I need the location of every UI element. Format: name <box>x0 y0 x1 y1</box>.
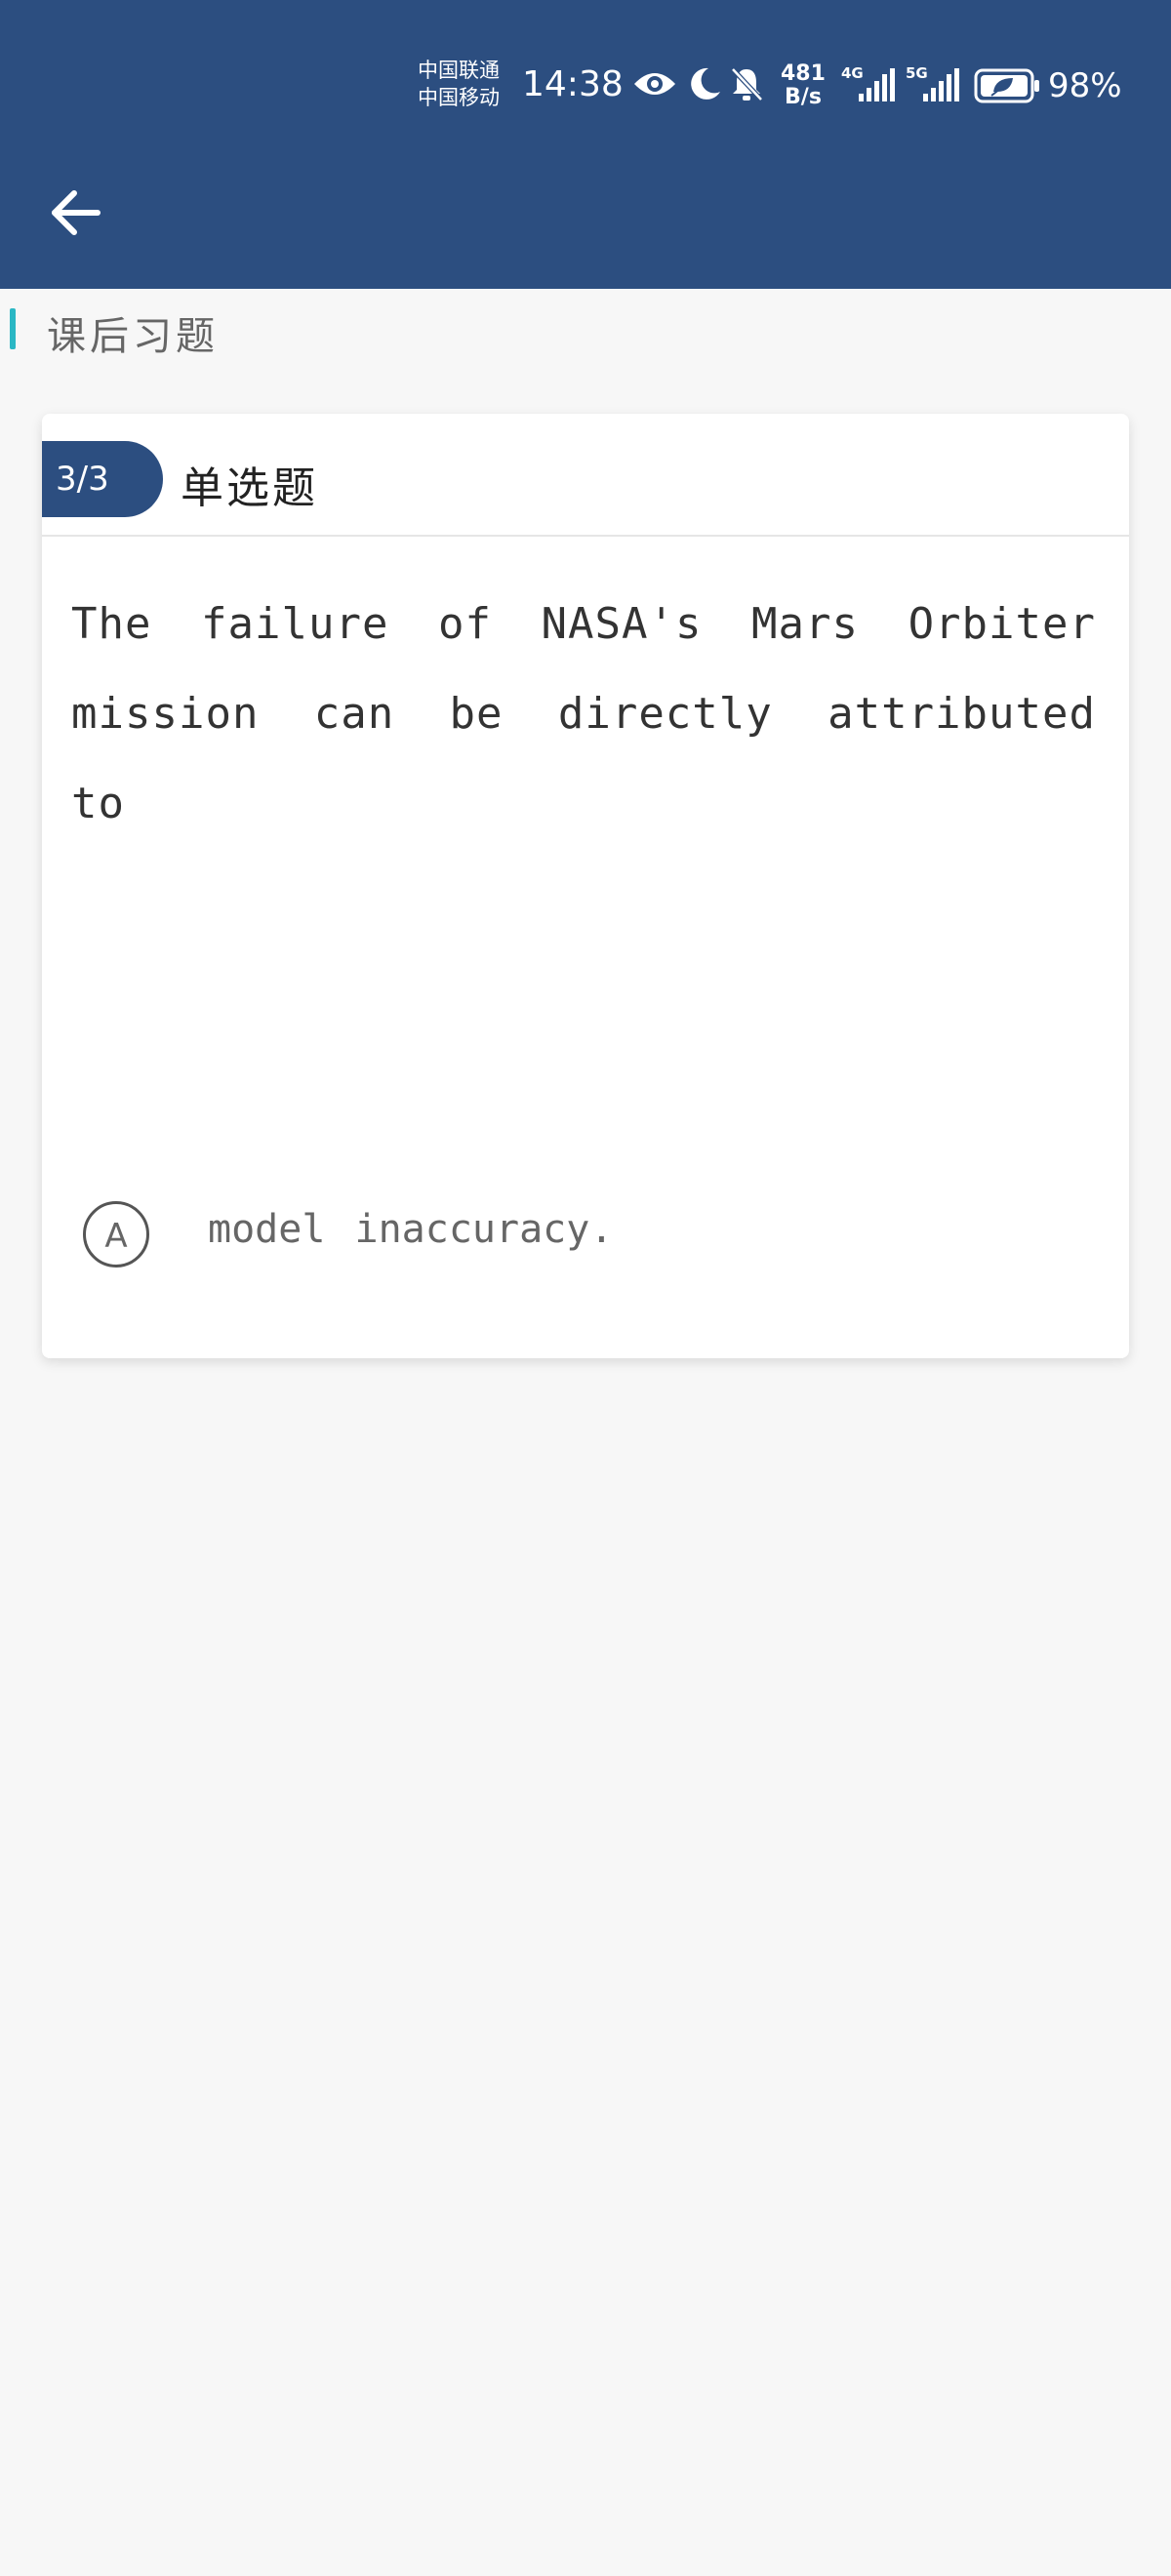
app-header: 中国联通 中国移动 14:38 481 B/s 4G 5G 98% <box>0 0 1171 289</box>
option-a[interactable]: A model inaccuracy. <box>42 1158 1129 1311</box>
option-a-text: model inaccuracy. <box>208 1207 614 1252</box>
option-a-letter: A <box>83 1201 149 1268</box>
moon-icon <box>691 67 720 100</box>
battery-icon <box>974 68 1039 103</box>
network-speed: 481 B/s <box>781 62 826 109</box>
carrier-1: 中国联通 <box>418 59 500 82</box>
carrier-2: 中国移动 <box>418 86 500 109</box>
section-header: 课后习题 <box>0 304 1171 363</box>
speed-value: 481 <box>781 61 826 86</box>
options-list: A model inaccuracy. <box>42 414 1129 1358</box>
status-time: 14:38 <box>522 64 624 104</box>
signal-icon <box>859 68 895 101</box>
arrow-left-icon[interactable] <box>47 185 105 244</box>
signal-icon-2 <box>923 68 959 101</box>
carrier-info: 中国联通 中国移动 <box>418 57 500 111</box>
eye-icon <box>634 73 675 95</box>
section-title: 课后习题 <box>47 314 219 359</box>
battery-percent: 98% <box>1048 66 1122 105</box>
section-accent-bar <box>10 308 16 349</box>
speed-unit: B/s <box>785 85 822 109</box>
bell-off-icon <box>731 67 763 101</box>
